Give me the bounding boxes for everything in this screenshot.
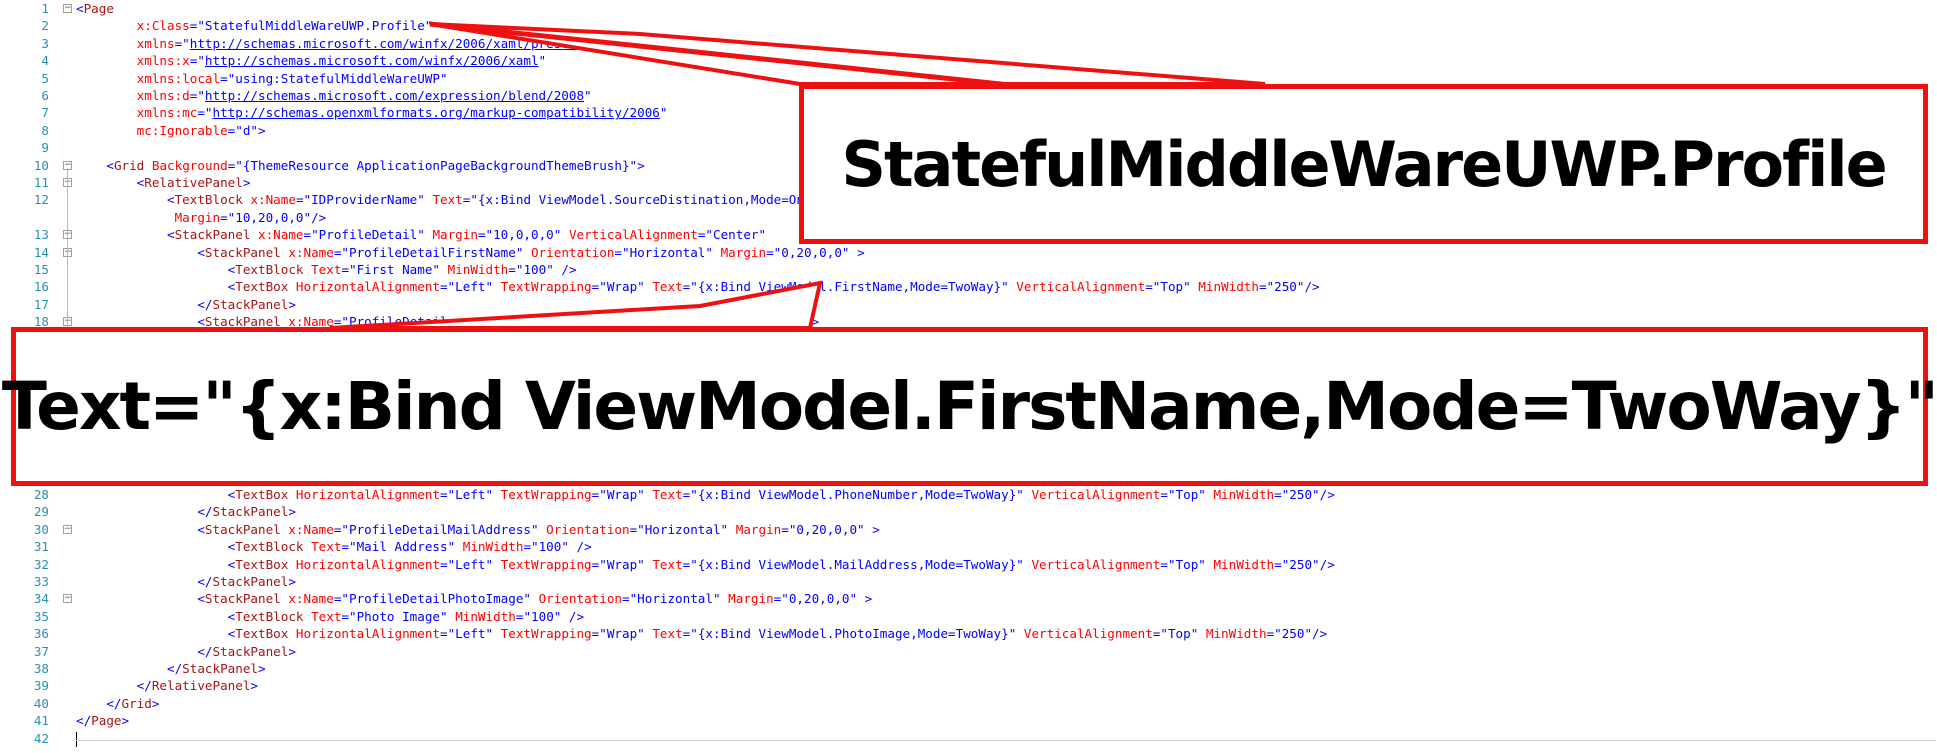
callout-class-name: StatefulMiddleWareUWP.Profile — [799, 84, 1928, 244]
connector-class-name-edge — [429, 21, 1011, 88]
callout-class-name-text: StatefulMiddleWareUWP.Profile — [841, 127, 1887, 201]
connector-class-name — [429, 22, 1266, 86]
callout-binding: Text="{x:Bind ViewModel.FirstName,Mode=T… — [2, 327, 1937, 486]
callout-binding-text: Text="{x:Bind ViewModel.FirstName,Mode=T… — [1, 368, 1937, 445]
connector-binding — [329, 280, 823, 330]
